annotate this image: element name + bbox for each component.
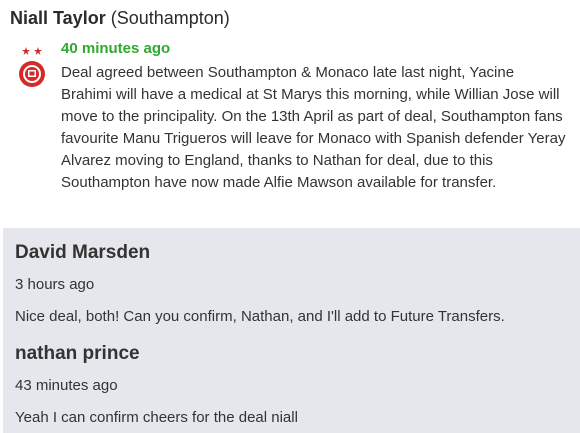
- post-header: Niall Taylor (Southampton): [10, 6, 230, 30]
- comment-author-name[interactable]: nathan prince: [15, 341, 298, 367]
- post-author-name[interactable]: Niall Taylor: [10, 8, 106, 28]
- comment-item: nathan prince 43 minutes ago Yeah I can …: [15, 341, 298, 428]
- post-author-team: (Southampton): [110, 8, 230, 28]
- comment-text: Yeah I can confirm cheers for the deal n…: [15, 409, 298, 426]
- comment-text: Nice deal, both! Can you confirm, Nathan…: [15, 308, 505, 325]
- club-crest-icon: [16, 44, 50, 98]
- comments-section: David Marsden 3 hours ago Nice deal, bot…: [3, 228, 580, 433]
- comment-timestamp: 3 hours ago: [15, 276, 95, 293]
- post-timestamp: 40 minutes ago: [61, 40, 171, 57]
- comment-author-name[interactable]: David Marsden: [15, 240, 505, 266]
- comment-timestamp: 43 minutes ago: [15, 377, 118, 394]
- comment-item: David Marsden 3 hours ago Nice deal, bot…: [15, 240, 505, 327]
- post-text: Deal agreed between Southampton & Monaco…: [61, 64, 566, 191]
- post-body: 40 minutes ago Deal agreed between South…: [61, 38, 566, 194]
